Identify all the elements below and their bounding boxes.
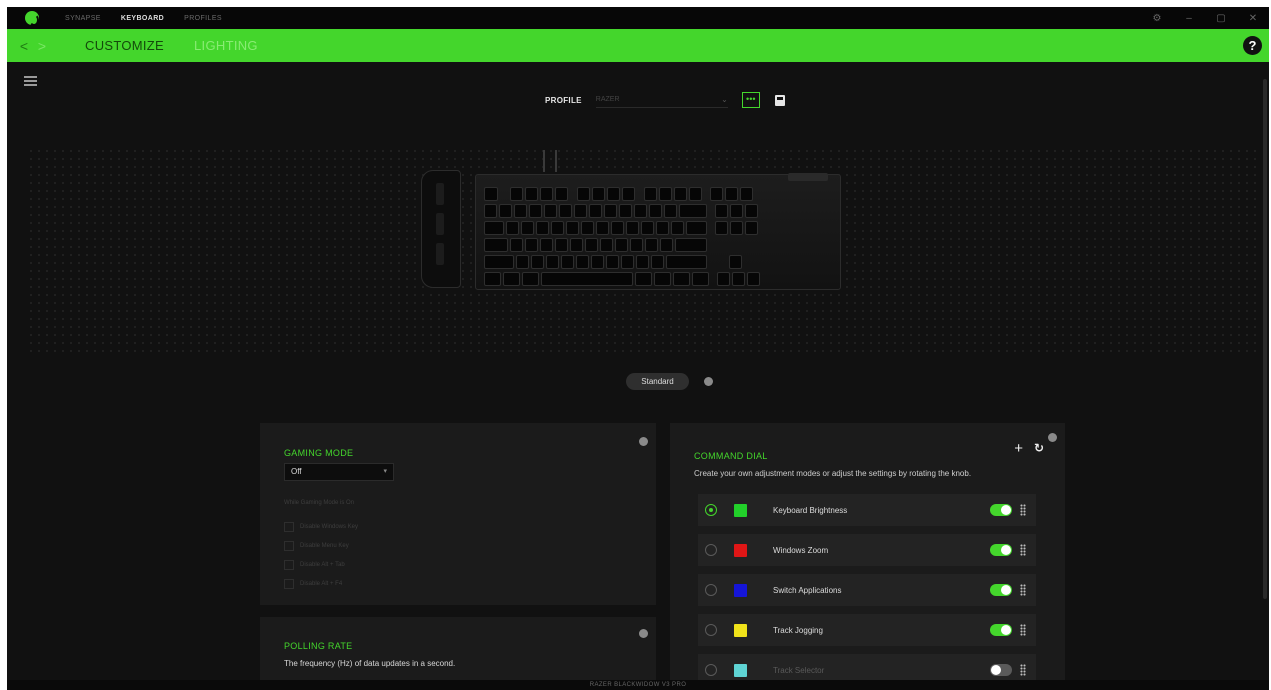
disable-alt-tab-label: Disable Alt + Tab	[300, 562, 345, 568]
command-dial-panel: COMMAND DIAL + ↻ Create your own adjustm…	[670, 423, 1065, 686]
color-swatch[interactable]	[734, 543, 747, 557]
dial-mode-toggle[interactable]	[990, 504, 1012, 516]
drag-handle-icon[interactable]	[1020, 504, 1026, 516]
wrist-rest	[421, 170, 461, 288]
tab-profiles[interactable]: PROFILES	[184, 15, 222, 22]
help-icon[interactable]: ?	[1243, 36, 1262, 55]
disable-windows-key-checkbox[interactable]	[284, 522, 294, 532]
mode-info-icon[interactable]	[704, 377, 713, 386]
close-icon[interactable]: ✕	[1237, 13, 1269, 24]
tab-keyboard[interactable]: KEYBOARD	[121, 15, 164, 22]
disable-menu-key-label: Disable Menu Key	[300, 543, 349, 549]
dial-mode-radio[interactable]	[705, 664, 717, 676]
razer-logo-icon	[25, 11, 39, 26]
dial-mode-row[interactable]: Windows Zoom	[698, 534, 1036, 566]
color-swatch[interactable]	[734, 583, 747, 597]
gaming-mode-title: GAMING MODE	[284, 448, 354, 458]
dial-mode-radio[interactable]	[705, 504, 717, 516]
drag-handle-icon[interactable]	[1020, 584, 1026, 596]
title-bar: SYNAPSE KEYBOARD PROFILES ⚙ – ▢ ✕	[7, 7, 1269, 29]
disable-menu-key-checkbox[interactable]	[284, 541, 294, 551]
dial-mode-label: Track Jogging	[773, 625, 823, 635]
dial-mode-toggle[interactable]	[990, 624, 1012, 636]
disable-alt-f4-label: Disable Alt + F4	[300, 581, 343, 587]
color-swatch[interactable]	[734, 663, 747, 677]
disable-alt-tab-option: Disable Alt + Tab	[284, 560, 345, 570]
disable-alt-f4-checkbox[interactable]	[284, 579, 294, 589]
tab-customize[interactable]: CUSTOMIZE	[85, 38, 164, 53]
synapse-window: SYNAPSE KEYBOARD PROFILES ⚙ – ▢ ✕ < > CU…	[7, 7, 1269, 690]
chevron-down-icon: ▾	[383, 468, 387, 475]
dial-mode-row[interactable]: Keyboard Brightness	[698, 494, 1036, 526]
profile-selector-row: PROFILE RAZER ⌄ •••	[545, 91, 785, 109]
gaming-mode-dropdown[interactable]: Off ▾	[284, 463, 394, 481]
dial-mode-label: Switch Applications	[773, 585, 842, 595]
dial-mode-toggle[interactable]	[990, 664, 1012, 676]
tab-synapse[interactable]: SYNAPSE	[65, 15, 101, 22]
section-header-bar: < > CUSTOMIZE LIGHTING ?	[7, 29, 1269, 62]
minimize-icon[interactable]: –	[1173, 13, 1205, 24]
window-controls: ⚙ – ▢ ✕	[1141, 7, 1269, 29]
keyboard-cable	[543, 150, 557, 172]
dial-mode-label: Track Selector	[773, 665, 825, 675]
dial-mode-radio[interactable]	[705, 584, 717, 596]
color-swatch[interactable]	[734, 503, 747, 517]
polling-rate-panel: POLLING RATE The frequency (Hz) of data …	[260, 617, 656, 683]
chevron-down-icon: ⌄	[721, 95, 728, 104]
profile-dropdown[interactable]: RAZER ⌄	[595, 92, 728, 108]
command-dial-description: Create your own adjustment modes or adju…	[694, 469, 972, 478]
dial-mode-radio[interactable]	[705, 544, 717, 556]
profile-label: PROFILE	[545, 95, 582, 105]
reset-icon[interactable]: ↻	[1034, 442, 1044, 455]
disable-menu-key-option: Disable Menu Key	[284, 541, 349, 551]
gaming-mode-caption: While Gaming Mode is On	[284, 500, 355, 506]
disable-alt-tab-checkbox[interactable]	[284, 560, 294, 570]
add-dial-mode-button[interactable]: +	[1014, 441, 1023, 456]
gaming-mode-dropdown-value: Off	[291, 467, 302, 476]
profile-dropdown-value: RAZER	[595, 96, 620, 103]
dial-mode-label: Windows Zoom	[773, 545, 829, 555]
mode-standard-button[interactable]: Standard	[626, 373, 689, 390]
settings-gear-icon[interactable]: ⚙	[1141, 13, 1173, 24]
main-scrollbar[interactable]	[1263, 79, 1267, 599]
drag-handle-icon[interactable]	[1020, 544, 1026, 556]
command-dial-info-icon[interactable]	[1048, 433, 1057, 442]
tab-lighting[interactable]: LIGHTING	[194, 38, 258, 53]
disable-windows-key-option: Disable Windows Key	[284, 522, 358, 532]
dial-mode-toggle[interactable]	[990, 544, 1012, 556]
key-grid	[484, 187, 834, 289]
back-arrow-icon[interactable]: <	[15, 38, 33, 54]
command-dial-knob	[788, 173, 828, 181]
maximize-icon[interactable]: ▢	[1205, 13, 1237, 24]
polling-rate-info-icon[interactable]	[639, 629, 648, 638]
polling-rate-description: The frequency (Hz) of data updates in a …	[284, 659, 456, 668]
forward-arrow-icon[interactable]: >	[33, 38, 51, 54]
color-swatch[interactable]	[734, 623, 747, 637]
dial-mode-label: Keyboard Brightness	[773, 505, 848, 515]
gaming-mode-info-icon[interactable]	[639, 437, 648, 446]
command-dial-title: COMMAND DIAL	[694, 451, 768, 461]
keyboard-body	[475, 173, 841, 290]
dial-mode-row[interactable]: Track Jogging	[698, 614, 1036, 646]
dial-mode-radio[interactable]	[705, 624, 717, 636]
drag-handle-icon[interactable]	[1020, 624, 1026, 636]
dial-mode-row[interactable]: Switch Applications	[698, 574, 1036, 606]
drag-handle-icon[interactable]	[1020, 664, 1026, 676]
save-to-device-icon[interactable]	[774, 94, 785, 106]
profile-more-button[interactable]: •••	[741, 92, 760, 108]
disable-windows-key-label: Disable Windows Key	[300, 524, 359, 530]
device-status-bar: RAZER BLACKWIDOW V3 PRO	[7, 680, 1269, 690]
keyboard-image	[421, 150, 841, 292]
disable-alt-f4-option: Disable Alt + F4	[284, 579, 342, 589]
gaming-mode-panel: GAMING MODE Off ▾ While Gaming Mode is O…	[260, 423, 656, 605]
dial-mode-toggle[interactable]	[990, 584, 1012, 596]
polling-rate-title: POLLING RATE	[284, 641, 353, 651]
menu-hamburger-icon[interactable]	[24, 76, 37, 86]
